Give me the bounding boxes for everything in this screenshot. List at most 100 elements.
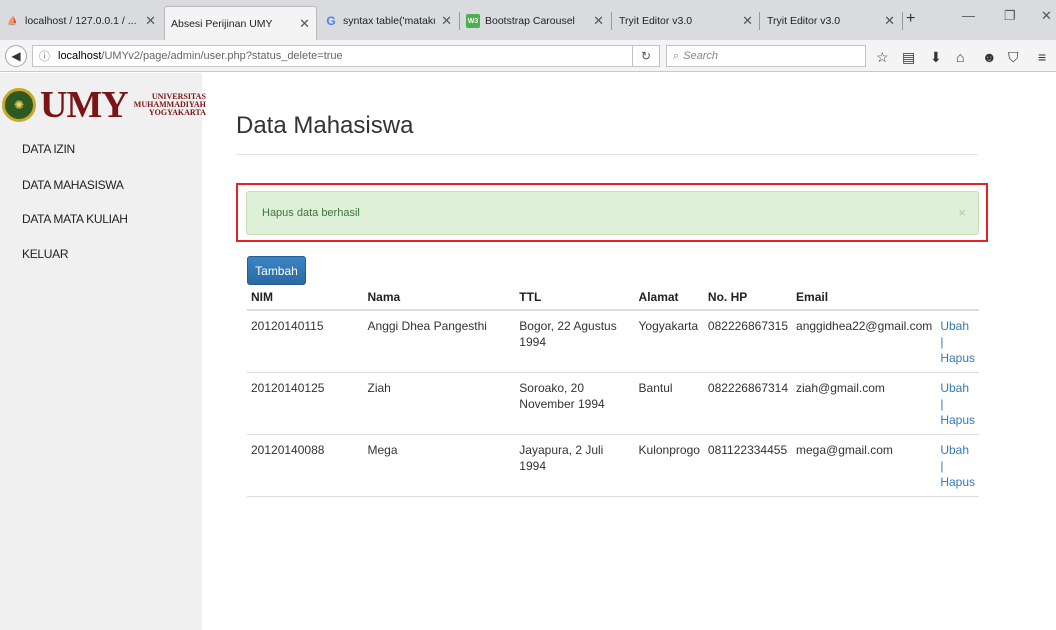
cell-alamat: Bantul <box>634 372 704 435</box>
cell-actions: Ubah | Hapus <box>936 434 979 497</box>
tab-title: localhost / 127.0.0.1 / ... <box>25 15 137 27</box>
cell-hp: 082226867314 <box>703 372 793 435</box>
search-input[interactable]: ⌕ Search <box>666 45 866 67</box>
reload-icon[interactable]: ↻ <box>632 45 660 67</box>
umy-logo[interactable]: ✺ UMY UNIVERSITAS MUHAMMADIYAH YOGYAKART… <box>0 86 206 124</box>
tab-tryit-editor-2[interactable]: Tryit Editor v3.0 ✕ <box>761 6 901 36</box>
logo-subtitle: UNIVERSITAS MUHAMMADIYAH YOGYAKARTA <box>134 93 206 117</box>
close-icon[interactable]: ✕ <box>742 13 753 29</box>
sidebar-item-data-izin[interactable]: DATA IZIN <box>22 142 75 156</box>
sidebar <box>0 73 202 630</box>
cell-ttl: Jayapura, 2 Juli 1994 <box>515 434 635 497</box>
window-close-icon[interactable]: ✕ <box>1041 8 1052 24</box>
w3schools-icon: W3 <box>466 14 480 28</box>
edit-link[interactable]: Ubah | <box>940 443 969 473</box>
header-nama: Nama <box>363 284 516 311</box>
cell-nim: 20120140088 <box>247 434 364 497</box>
sidebar-item-data-mata-kuliah[interactable]: DATA MATA KULIAH <box>22 212 128 226</box>
table-row: 20120140088 Mega Jayapura, 2 Juli 1994 K… <box>247 434 979 497</box>
table-row: 20120140125 Ziah Soroako, 20 November 19… <box>247 372 979 435</box>
tab-title: Bootstrap Carousel <box>485 15 575 27</box>
emoji-icon[interactable]: ☻ <box>982 49 997 65</box>
new-tab-icon[interactable]: + <box>906 10 915 28</box>
url-path: /UMYv2/page/admin/user.php?status_delete… <box>101 50 343 62</box>
page-title: Data Mahasiswa <box>236 112 414 139</box>
cell-hp: 082226867315 <box>703 310 793 373</box>
divider <box>236 154 978 155</box>
cell-nama: Ziah <box>363 372 516 435</box>
close-icon[interactable]: ✕ <box>299 16 310 32</box>
search-icon: ⌕ <box>673 49 680 62</box>
phpmyadmin-icon: ⛵ <box>7 15 19 26</box>
cell-nama: Mega <box>363 434 516 497</box>
url-bar[interactable]: ⓘ localhost/UMYv2/page/admin/user.php?st… <box>32 45 632 67</box>
tab-separator <box>759 12 760 30</box>
tab-separator <box>611 12 612 30</box>
back-arrow-icon[interactable]: ◀ <box>5 45 27 67</box>
close-icon[interactable]: ✕ <box>145 13 156 29</box>
tab-title: syntax table('matakuli... <box>343 15 435 27</box>
header-nim: NIM <box>247 284 364 311</box>
delete-link[interactable]: Hapus <box>940 351 975 365</box>
delete-link[interactable]: Hapus <box>940 475 975 489</box>
logo-text: UMY <box>40 84 129 126</box>
edit-link[interactable]: Ubah | <box>940 319 969 349</box>
success-alert: Hapus data berhasil × <box>246 191 979 235</box>
edit-link[interactable]: Ubah | <box>940 381 969 411</box>
header-actions <box>936 284 979 311</box>
tab-tryit-editor-1[interactable]: Tryit Editor v3.0 ✕ <box>613 6 759 36</box>
pocket-icon[interactable]: ⛉ <box>1008 49 1019 66</box>
tab-title: Tryit Editor v3.0 <box>619 15 693 27</box>
tab-phpmyadmin[interactable]: ⛵ localhost / 127.0.0.1 / ... ✕ <box>0 6 162 36</box>
close-icon[interactable]: ✕ <box>884 13 895 29</box>
cell-nim: 20120140115 <box>247 310 364 373</box>
browser-tab-bar: ⛵ localhost / 127.0.0.1 / ... ✕ Absesi P… <box>0 0 1056 40</box>
google-icon: G <box>326 14 336 28</box>
reading-list-icon[interactable]: ▤ <box>902 49 915 66</box>
cell-email: mega@gmail.com <box>792 434 937 497</box>
info-icon[interactable]: ⓘ <box>39 48 50 64</box>
tab-bootstrap-carousel[interactable]: W3 Bootstrap Carousel ✕ <box>460 6 610 36</box>
cell-email: anggidhea22@gmail.com <box>792 310 937 373</box>
tab-title: Absesi Perijinan UMY <box>171 17 273 30</box>
tab-google-search[interactable]: G syntax table('matakuli... ✕ <box>318 6 458 36</box>
alert-close-icon[interactable]: × <box>958 205 966 220</box>
bookmark-star-icon[interactable]: ☆ <box>876 49 889 66</box>
umy-emblem-icon: ✺ <box>2 88 36 122</box>
sidebar-item-keluar[interactable]: KELUAR <box>22 247 69 261</box>
browser-nav-bar: ◀ ⓘ localhost/UMYv2/page/admin/user.php?… <box>0 40 1056 72</box>
cell-ttl: Soroako, 20 November 1994 <box>515 372 635 435</box>
close-icon[interactable]: ✕ <box>441 13 452 29</box>
logo-sub-line3: YOGYAKARTA <box>148 108 206 117</box>
cell-ttl: Bogor, 22 Agustus 1994 <box>515 310 635 373</box>
sidebar-item-data-mahasiswa[interactable]: DATA MAHASISWA <box>22 178 124 192</box>
alert-message: Hapus data berhasil <box>262 207 360 219</box>
tab-title: Tryit Editor v3.0 <box>767 15 841 27</box>
menu-hamburger-icon[interactable]: ≡ <box>1038 49 1046 65</box>
add-button[interactable]: Tambah <box>247 256 306 285</box>
search-placeholder: Search <box>683 50 719 62</box>
download-icon[interactable]: ⬇ <box>930 49 942 66</box>
students-table: NIM Nama TTL Alamat No. HP Email 2012014… <box>247 284 979 497</box>
home-icon[interactable]: ⌂ <box>956 49 964 65</box>
header-ttl: TTL <box>515 284 635 311</box>
header-alamat: Alamat <box>634 284 704 311</box>
cell-email: ziah@gmail.com <box>792 372 937 435</box>
tab-absesi-perijinan[interactable]: Absesi Perijinan UMY ✕ <box>164 6 317 40</box>
delete-link[interactable]: Hapus <box>940 413 975 427</box>
url-host: localhost <box>58 50 102 62</box>
cell-alamat: Yogyakarta <box>634 310 704 373</box>
header-hp: No. HP <box>703 284 793 311</box>
tab-separator <box>902 12 903 30</box>
maximize-icon[interactable]: ❐ <box>1004 8 1016 24</box>
cell-nim: 20120140125 <box>247 372 364 435</box>
close-icon[interactable]: ✕ <box>593 13 604 29</box>
cell-nama: Anggi Dhea Pangesthi <box>363 310 516 373</box>
cell-hp: 081122334455 <box>703 434 793 497</box>
cell-actions: Ubah | Hapus <box>936 372 979 435</box>
cell-alamat: Kulonprogo <box>634 434 704 497</box>
table-header-row: NIM Nama TTL Alamat No. HP Email <box>247 284 979 311</box>
header-email: Email <box>792 284 937 311</box>
cell-actions: Ubah | Hapus <box>936 310 979 373</box>
minimize-icon[interactable]: — <box>962 8 975 23</box>
